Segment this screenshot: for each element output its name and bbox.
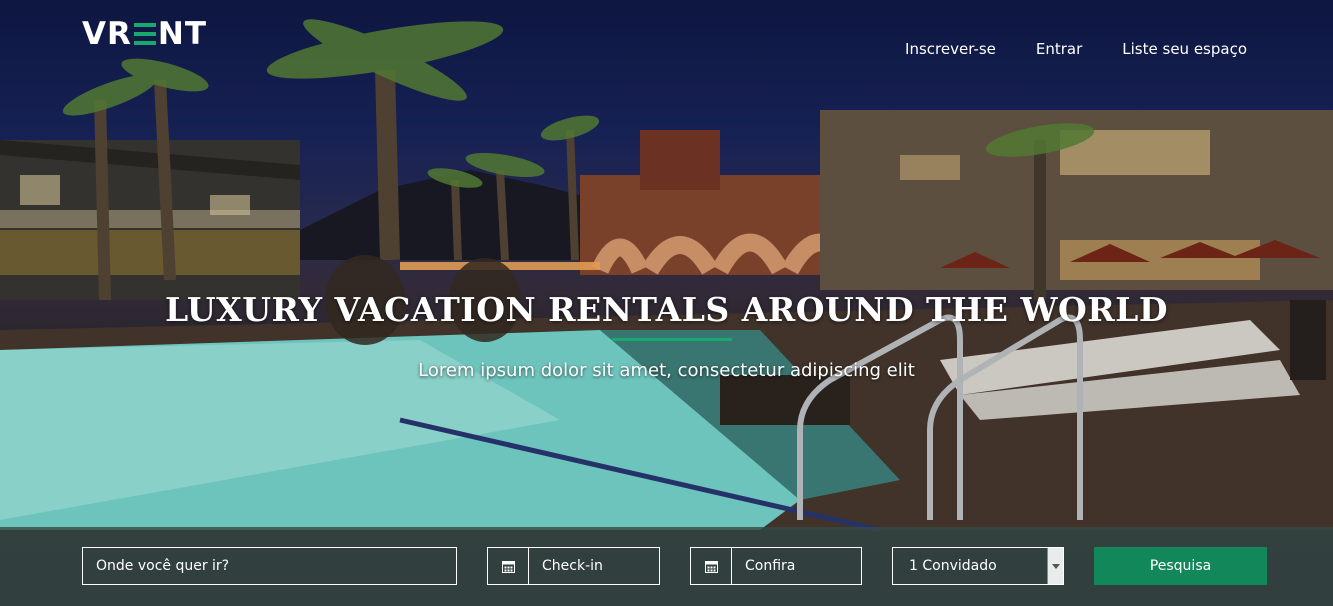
vrent-logo[interactable]: VR NT <box>82 16 207 52</box>
title-underline <box>612 338 732 341</box>
guests-select[interactable]: 1 Convidado <box>892 547 1064 585</box>
checkin-field[interactable] <box>487 547 660 585</box>
hero-title: LUXURY VACATION RENTALS AROUND THE WORLD <box>165 290 1168 329</box>
logo-text-right: NT <box>157 16 207 52</box>
checkout-field[interactable] <box>690 547 862 585</box>
hero-subtitle: Lorem ipsum dolor sit amet, consectetur … <box>418 360 915 381</box>
top-nav: Inscrever-se Entrar Liste seu espaço <box>905 40 1247 58</box>
guests-value: 1 Convidado <box>909 558 997 574</box>
search-bar: 1 Convidado Pesquisa <box>0 527 1333 606</box>
chevron-down-icon[interactable] <box>1047 548 1063 584</box>
checkin-input[interactable] <box>529 548 659 584</box>
checkout-input[interactable] <box>732 548 861 584</box>
calendar-icon[interactable] <box>691 548 732 584</box>
nav-signup-link[interactable]: Inscrever-se <box>905 40 996 58</box>
nav-list-space-link[interactable]: Liste seu espaço <box>1122 40 1247 58</box>
nav-login-link[interactable]: Entrar <box>1036 40 1082 58</box>
logo-text-left: VR <box>82 16 132 52</box>
logo-e-mark <box>133 23 156 45</box>
calendar-icon[interactable] <box>488 548 529 584</box>
search-button[interactable]: Pesquisa <box>1094 547 1267 585</box>
destination-field[interactable] <box>82 547 457 585</box>
destination-input[interactable] <box>83 548 456 584</box>
